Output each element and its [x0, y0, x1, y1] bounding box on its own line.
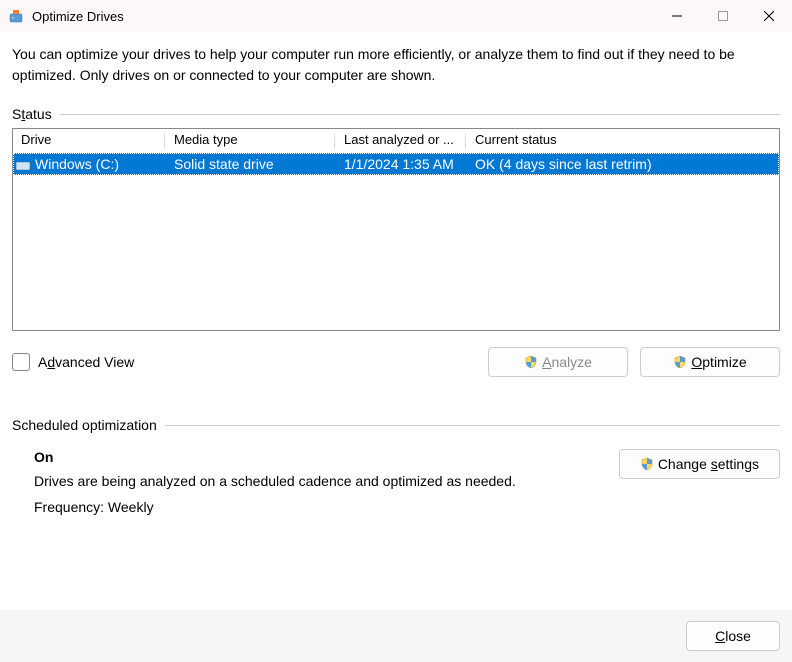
drive-list-header: Drive Media type Last analyzed or ... Cu… — [13, 129, 779, 153]
scheduled-label: Scheduled optimization — [12, 417, 157, 433]
status-label: Status — [12, 106, 52, 122]
titlebar: Optimize Drives — [0, 0, 792, 32]
app-icon — [8, 8, 24, 24]
advanced-view-label: Advanced View — [38, 354, 134, 370]
minimize-button[interactable] — [654, 0, 700, 32]
drive-name: Windows (C:) — [35, 156, 119, 172]
change-settings-button[interactable]: Change settings — [619, 449, 780, 479]
column-media-type[interactable]: Media type — [166, 129, 336, 153]
drive-current-status: OK (4 days since last retrim) — [467, 156, 743, 172]
drive-row[interactable]: Windows (C:) Solid state drive 1/1/2024 … — [13, 153, 779, 175]
bottom-bar: Close — [0, 610, 792, 662]
drive-last-analyzed: 1/1/2024 1:35 AM — [336, 156, 467, 172]
column-drive[interactable]: Drive — [13, 129, 166, 153]
window-title: Optimize Drives — [32, 9, 654, 24]
scheduled-header: Scheduled optimization — [12, 417, 780, 433]
close-window-button[interactable] — [746, 0, 792, 32]
shield-icon — [673, 355, 687, 369]
divider — [60, 114, 780, 115]
status-header: Status — [12, 106, 780, 122]
advanced-view-checkbox[interactable]: Advanced View — [12, 353, 476, 371]
analyze-button[interactable]: Analyze — [488, 347, 628, 377]
checkbox-box[interactable] — [12, 353, 30, 371]
shield-icon — [524, 355, 538, 369]
close-button[interactable]: Close — [686, 621, 780, 651]
drive-list[interactable]: Drive Media type Last analyzed or ... Cu… — [12, 128, 780, 331]
maximize-button[interactable] — [700, 0, 746, 32]
scheduled-frequency: Frequency: Weekly — [34, 499, 619, 515]
drive-media-type: Solid state drive — [166, 156, 336, 172]
drive-icon — [16, 158, 32, 170]
column-current-status[interactable]: Current status — [467, 129, 743, 153]
divider — [165, 425, 780, 426]
intro-text: You can optimize your drives to help you… — [12, 44, 780, 86]
shield-icon — [640, 457, 654, 471]
window-controls — [654, 0, 792, 32]
column-last-analyzed[interactable]: Last analyzed or ... — [336, 129, 467, 153]
optimize-button[interactable]: Optimize — [640, 347, 780, 377]
scheduled-description: Drives are being analyzed on a scheduled… — [34, 473, 619, 489]
scheduled-on-label: On — [34, 449, 619, 465]
